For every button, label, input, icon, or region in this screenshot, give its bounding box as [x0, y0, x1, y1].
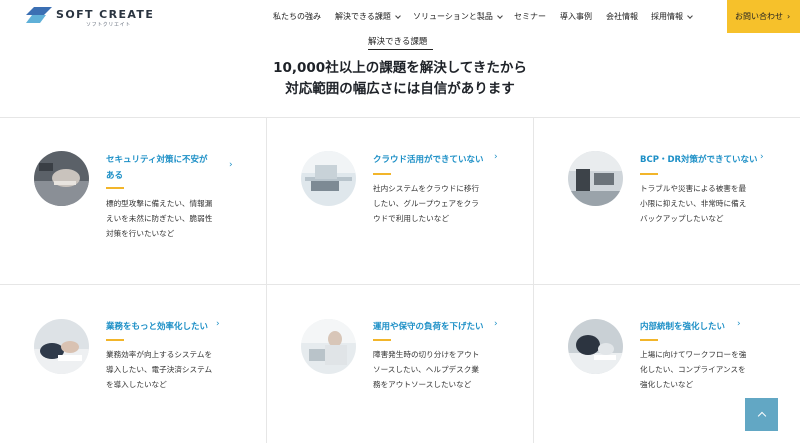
- chevron-down-icon: [395, 12, 401, 19]
- card-description-line: 業務効率が向上するシステムを: [106, 350, 213, 359]
- nav-seminar[interactable]: セミナー: [514, 11, 546, 23]
- card-accent-line: [640, 339, 658, 341]
- site-header: SOFT CREATE ソフトクリエイト 私たちの強み 解決できる課題 ソリュー…: [0, 0, 800, 33]
- card-description-line: 標的型攻撃に備えたい、情報漏: [106, 199, 213, 208]
- card-title-line: ある: [106, 171, 124, 181]
- nav-solvable-issues[interactable]: 解決できる課題: [335, 11, 401, 23]
- card-description-line: 小限に抑えたい、非常時に備え: [640, 199, 747, 208]
- nav-company-info[interactable]: 会社情報: [606, 11, 638, 23]
- efficiency-photo: [34, 319, 89, 374]
- nav-recruit[interactable]: 採用情報: [651, 11, 693, 23]
- card-description-line: 社内システムをクラウドに移行: [373, 184, 480, 193]
- card-description-line: 化したい、コンプライアンスを: [640, 365, 746, 374]
- chevron-right-icon: ›: [787, 12, 791, 21]
- issue-card-efficiency[interactable]: 業務をもっと効率化したい › 業務効率が向上するシステムを 導入したい、電子決済…: [0, 285, 265, 443]
- card-description: 障害発生時の切り分けをアウト ソースしたい、ヘルプデスク業 務をアウトソースした…: [373, 347, 511, 392]
- contact-button[interactable]: お問い合わせ ›: [727, 0, 800, 33]
- logo-subtext: ソフトクリエイト: [86, 22, 131, 28]
- chevron-right-icon: ›: [494, 319, 498, 329]
- logo-mark-icon: [26, 7, 52, 23]
- chevron-up-icon: [757, 411, 766, 421]
- card-title-line: BCP・DR対策ができていない: [640, 155, 758, 165]
- chevron-right-icon: ›: [737, 319, 741, 329]
- card-title-line: 運用や保守の負荷を下げたい: [373, 322, 484, 332]
- card-description: 業務効率が向上するシステムを 導入したい、電子決済システム を導入したいなど: [106, 347, 244, 392]
- card-title: セキュリティ対策に不安が ある: [106, 152, 238, 184]
- card-accent-line: [373, 173, 391, 175]
- card-title-line: セキュリティ対策に不安が: [106, 155, 208, 165]
- nav-label: 私たちの強み: [273, 12, 321, 21]
- issue-card-maintenance[interactable]: 運用や保守の負荷を下げたい › 障害発生時の切り分けをアウト ソースしたい、ヘル…: [267, 285, 532, 443]
- chevron-down-icon: [497, 12, 503, 19]
- chevron-right-icon: ›: [760, 152, 764, 162]
- card-description-line: バックアップしたいなど: [640, 214, 724, 223]
- card-description-line: したい、グループウェアをクラ: [373, 199, 479, 208]
- nav-case-studies[interactable]: 導入事例: [560, 11, 592, 23]
- section-title-line-2: 対応範囲の幅広さには自信があります: [285, 81, 515, 97]
- card-description-line: を導入したいなど: [106, 380, 167, 389]
- card-description-line: 強化したいなど: [640, 380, 694, 389]
- card-description-line: 務をアウトソースしたいなど: [373, 380, 472, 389]
- card-title-line: 業務をもっと効率化したい: [106, 322, 209, 332]
- card-description: トラブルや災害による被害を最 小限に抑えたい、非常時に備え バックアップしたいな…: [640, 181, 778, 226]
- card-description: 上場に向けてワークフローを強 化したい、コンプライアンスを 強化したいなど: [640, 347, 778, 392]
- card-accent-line: [373, 339, 391, 341]
- nav-label: セミナー: [514, 12, 546, 21]
- section-title-line-1: 10,000社以上の課題を解決してきたから: [273, 60, 527, 76]
- card-description-line: 上場に向けてワークフローを強: [640, 350, 747, 359]
- cloud-photo: [301, 151, 356, 206]
- issue-card-security[interactable]: セキュリティ対策に不安が ある › 標的型攻撃に備えたい、情報漏 えいを未然に防…: [0, 117, 265, 283]
- card-description-line: ソースしたい、ヘルプデスク業: [373, 365, 479, 374]
- card-description-line: ウドで利用したいなど: [373, 214, 449, 223]
- card-accent-line: [640, 173, 658, 175]
- maintenance-photo: [301, 319, 356, 374]
- card-description-line: 導入したい、電子決済システム: [106, 365, 213, 374]
- card-title: 内部統制を強化したい: [640, 319, 790, 335]
- card-title: クラウド活用ができていない: [373, 152, 523, 168]
- nav-solutions-products[interactable]: ソリューションと製品: [413, 11, 503, 23]
- nav-label: 会社情報: [606, 12, 638, 21]
- card-description-line: トラブルや災害による被害を最: [640, 184, 747, 193]
- section-label-underline: [368, 49, 433, 50]
- bcp-photo: [568, 151, 623, 206]
- issue-card-bcp-dr[interactable]: BCP・DR対策ができていない › トラブルや災害による被害を最 小限に抑えたい…: [534, 117, 799, 283]
- card-title-line: 内部統制を強化したい: [640, 322, 726, 332]
- card-description: 社内システムをクラウドに移行 したい、グループウェアをクラ ウドで利用したいなど: [373, 181, 511, 226]
- chevron-right-icon: ›: [494, 152, 498, 162]
- card-title: BCP・DR対策ができていない: [640, 152, 790, 168]
- nav-label: 解決できる課題: [335, 12, 391, 21]
- contact-label: お問い合わせ: [735, 12, 783, 21]
- chevron-right-icon: ›: [216, 319, 220, 329]
- governance-photo: [568, 319, 623, 374]
- card-accent-line: [106, 339, 124, 341]
- logo[interactable]: SOFT CREATE ソフトクリエイト: [26, 7, 156, 29]
- card-title: 運用や保守の負荷を下げたい: [373, 319, 523, 335]
- logo-text: SOFT CREATE: [56, 8, 155, 21]
- card-description-line: えいを未然に防ぎたい、脆弱性: [106, 214, 213, 223]
- card-title-line: クラウド活用ができていない: [373, 155, 484, 165]
- section-label: 解決できる課題: [368, 37, 428, 47]
- security-photo: [34, 151, 89, 206]
- nav-label: 採用情報: [651, 12, 683, 21]
- nav-label: ソリューションと製品: [413, 12, 493, 21]
- nav-label: 導入事例: [560, 12, 592, 21]
- card-description: 標的型攻撃に備えたい、情報漏 えいを未然に防ぎたい、脆弱性 対策を行いたいなど: [106, 196, 244, 241]
- card-description-line: 障害発生時の切り分けをアウト: [373, 350, 480, 359]
- card-accent-line: [106, 187, 124, 189]
- back-to-top-button[interactable]: [745, 398, 778, 431]
- chevron-down-icon: [687, 12, 693, 19]
- issue-card-cloud[interactable]: クラウド活用ができていない › 社内システムをクラウドに移行 したい、グループウ…: [267, 117, 532, 283]
- card-title: 業務をもっと効率化したい: [106, 319, 256, 335]
- nav-strengths[interactable]: 私たちの強み: [273, 11, 321, 23]
- card-description-line: 対策を行いたいなど: [106, 229, 175, 238]
- chevron-right-icon: ›: [229, 160, 233, 170]
